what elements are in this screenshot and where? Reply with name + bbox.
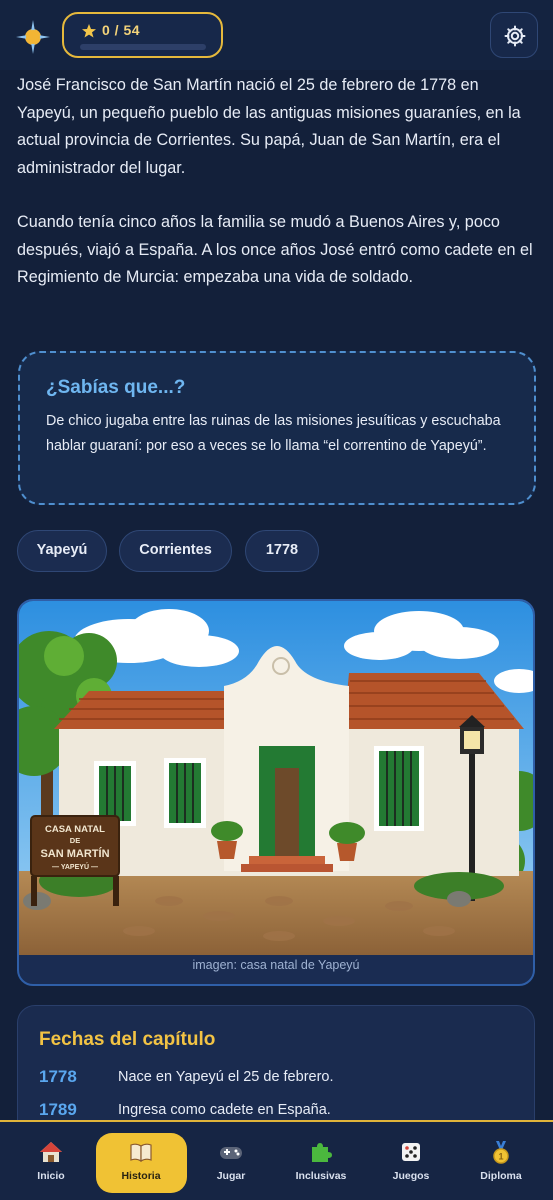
settings-button[interactable] [490,12,538,58]
compass-star-icon[interactable] [14,18,52,56]
image-caption: imagen: casa natal de Yapeyú [192,958,360,972]
bottom-navigation: Inicio Historia Jugar Inclusivas Juegos [0,1120,553,1200]
illustration-card: CASA NATAL DE SAN MARTÍN — YAPEYÚ — imag… [17,599,535,986]
paragraph-childhood: Cuando tenía cinco años la familia se mu… [17,213,533,286]
nav-item-inclusivas[interactable]: Inclusivas [276,1122,366,1200]
tag-chip[interactable]: Yapeyú [17,530,107,572]
chapter-dates-card: Fechas del capítulo 1778 Nace en Yapeyú … [17,1005,535,1120]
house-icon [40,1142,62,1162]
paragraph-birth: José Francisco de San Martín nació el 25… [17,76,521,177]
date-year: 1778 [39,1067,77,1086]
top-bar: 0 / 54 [0,0,553,70]
dice-icon [402,1143,420,1161]
score-label: 0 / 54 [102,22,141,38]
date-row: 1778 Nace en Yapeyú el 25 de febrero. [39,1067,519,1093]
nav-item-juegos[interactable]: Juegos [366,1122,456,1200]
sign-line: — YAPEYÚ — [52,862,98,871]
sign-line: CASA NATAL [45,824,105,835]
sign-line: DE [70,836,80,845]
nav-label: Jugar [216,1170,246,1182]
nav-label: Diploma [480,1170,522,1182]
date-description: Ingresa como cadete en España. [118,1102,331,1118]
house-illustration: CASA NATAL DE SAN MARTÍN — YAPEYÚ — [19,601,533,955]
date-description: Nace en Yapeyú el 25 de febrero. [118,1069,334,1085]
sign-line: SAN MARTÍN [40,847,109,860]
chapter-content[interactable]: José Francisco de San Martín nació el 25… [0,70,553,1120]
svg-text:1: 1 [498,1152,503,1162]
tag-chip[interactable]: 1778 [245,530,319,572]
book-icon [130,1143,152,1163]
nav-item-historia[interactable]: Historia [96,1122,186,1200]
nav-item-inicio[interactable]: Inicio [6,1122,96,1200]
score-pill[interactable]: 0 / 54 [62,12,223,58]
date-row: 1789 Ingresa como cadete en España. [39,1100,519,1120]
did-you-know-text: De chico jugaba entre las ruinas de las … [46,413,501,454]
did-you-know-title: ¿Sabías que...? [46,377,186,398]
tag-chip[interactable]: Corrientes [119,530,232,572]
date-year: 1789 [39,1100,77,1119]
dates-title: Fechas del capítulo [39,1029,216,1050]
star-icon [82,24,96,38]
medal-icon: 1 [493,1141,509,1164]
score-progress-bar [80,44,206,50]
nav-item-jugar[interactable]: Jugar [186,1122,276,1200]
nav-item-diploma[interactable]: 1 Diploma [456,1122,546,1200]
nav-label: Historia [121,1170,161,1182]
gear-icon [504,25,526,47]
nav-label: Inicio [37,1170,65,1182]
puzzle-icon [312,1143,332,1162]
nav-label: Juegos [392,1170,430,1182]
did-you-know-box: ¿Sabías que...? De chico jugaba entre la… [18,351,536,505]
gamepad-icon [220,1147,242,1159]
nav-label: Inclusivas [295,1170,347,1182]
